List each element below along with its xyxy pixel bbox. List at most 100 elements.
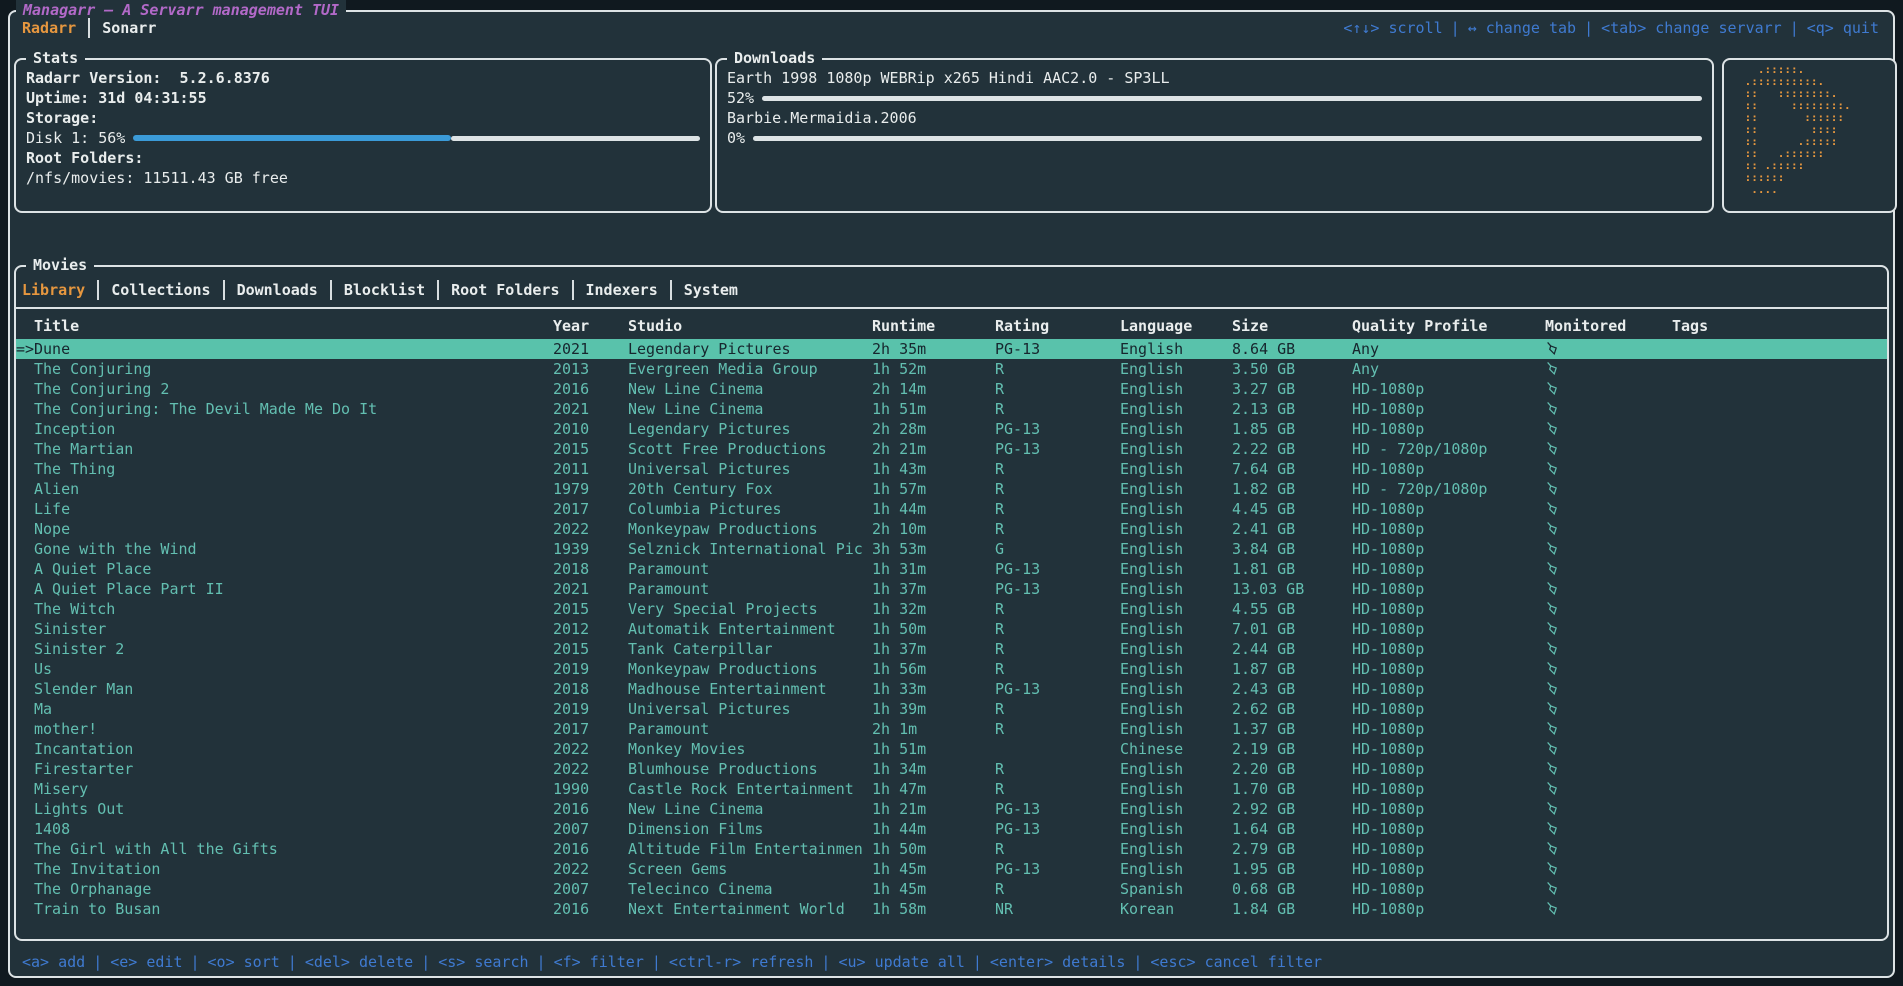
cell-title: Nope [34,519,553,539]
keybind-label: refresh [750,953,813,971]
table-row[interactable]: The Girl with All the Gifts2016Altitude … [16,839,1887,859]
cell-language: English [1120,379,1232,399]
help-separator: | [813,953,838,971]
movies-panel: Movies LibraryCollectionsDownloadsBlockl… [14,265,1889,941]
cell-studio: Legendary Pictures [628,419,872,439]
table-row[interactable]: The Orphanage2007Telecinco Cinema1h 45mR… [16,879,1887,899]
monitored-tag-icon [1545,560,1559,578]
cell-size: 1.81 GB [1232,559,1352,579]
cell-language: English [1120,639,1232,659]
cell-year: 1979 [553,479,628,499]
column-header-size: Size [1232,316,1352,336]
cell-monitored [1545,779,1672,799]
movies-tab-system[interactable]: System [684,280,738,300]
download-percent: 0% [727,128,745,148]
cell-title: A Quiet Place [34,559,553,579]
cell-runtime: 1h 50m [872,839,995,859]
table-row[interactable]: The Martian2015Scott Free Productions2h … [16,439,1887,459]
table-row[interactable]: Misery1990Castle Rock Entertainment1h 47… [16,779,1887,799]
monitored-tag-icon [1545,500,1559,518]
cell-quality: HD-1080p [1352,699,1545,719]
movies-tab-collections[interactable]: Collections [111,280,210,300]
cell-monitored [1545,679,1672,699]
cell-runtime: 1h 44m [872,819,995,839]
cell-year: 1990 [553,779,628,799]
table-row[interactable]: Gone with the Wind1939Selznick Internati… [16,539,1887,559]
cell-size: 1.70 GB [1232,779,1352,799]
servarr-tab-radarr[interactable]: Radarr [22,18,76,38]
keybind-label: change tab [1486,19,1576,37]
movies-panel-title: Movies [26,255,94,275]
movies-tab-root-folders[interactable]: Root Folders [451,280,559,300]
uptime: Uptime: 31d 04:31:55 [26,88,700,108]
cell-year: 2015 [553,639,628,659]
cell-title: The Girl with All the Gifts [34,839,553,859]
cell-title: Incantation [34,739,553,759]
cell-quality: HD-1080p [1352,839,1545,859]
cell-size: 1.95 GB [1232,859,1352,879]
table-row[interactable]: The Conjuring: The Devil Made Me Do It20… [16,399,1887,419]
table-row[interactable]: The Invitation2022Screen Gems1h 45mPG-13… [16,859,1887,879]
cell-rating: PG-13 [995,819,1120,839]
table-row[interactable]: Sinister 22015Tank Caterpillar1h 37mREng… [16,639,1887,659]
monitored-tag-icon [1545,540,1559,558]
movies-tab-indexers[interactable]: Indexers [586,280,658,300]
cell-runtime: 2h 35m [872,339,995,359]
cell-rating: PG-13 [995,419,1120,439]
cell-language: English [1120,619,1232,639]
cell-runtime: 1h 52m [872,359,995,379]
monitored-tag-icon [1545,380,1559,398]
table-row[interactable]: A Quiet Place2018Paramount1h 31mPG-13Eng… [16,559,1887,579]
cell-title: The Martian [34,439,553,459]
movies-tab-downloads[interactable]: Downloads [237,280,318,300]
cell-rating: R [995,399,1120,419]
cell-studio: Telecinco Cinema [628,879,872,899]
table-row[interactable]: The Witch2015Very Special Projects1h 32m… [16,599,1887,619]
cell-size: 1.87 GB [1232,659,1352,679]
table-row[interactable]: 14082007Dimension Films1h 44mPG-13Englis… [16,819,1887,839]
table-row[interactable]: Slender Man2018Madhouse Entertainment1h … [16,679,1887,699]
cell-year: 2018 [553,679,628,699]
cell-runtime: 2h 14m [872,379,995,399]
cell-language: English [1120,559,1232,579]
movies-tab-library[interactable]: Library [22,280,85,300]
table-row[interactable]: Sinister2012Automatik Entertainment1h 50… [16,619,1887,639]
table-row[interactable]: Incantation2022Monkey Movies1h 51mChines… [16,739,1887,759]
downloads-list: Earth 1998 1080p WEBRip x265 Hindi AAC2.… [717,60,1712,154]
monitored-tag-icon [1545,720,1559,738]
movies-tab-bar: Library Collections Downloads Blocklist Root… [16,267,1887,309]
cell-rating: R [995,699,1120,719]
managarr-app: Managarr — A Servarr management TUI Rada… [0,0,1903,986]
cell-quality: HD-1080p [1352,379,1545,399]
keybind-key: <↑↓> [1343,19,1379,37]
table-row[interactable]: Inception2010Legendary Pictures2h 28mPG-… [16,419,1887,439]
servarr-tab-sonarr[interactable]: Sonarr [102,18,156,38]
table-row[interactable]: A Quiet Place Part II2021Paramount1h 37m… [16,579,1887,599]
table-row[interactable]: Firestarter2022Blumhouse Productions1h 3… [16,759,1887,779]
table-row[interactable]: Nope2022Monkeypaw Productions2h 10mREngl… [16,519,1887,539]
tab-separator [330,280,332,300]
table-row[interactable]: The Conjuring 22016New Line Cinema2h 14m… [16,379,1887,399]
table-row[interactable]: mother!2017Paramount2h 1mREnglish1.37 GB… [16,719,1887,739]
monitored-tag-icon [1545,420,1559,438]
table-row[interactable]: The Conjuring2013Evergreen Media Group1h… [16,359,1887,379]
cell-rating: R [995,619,1120,639]
table-row[interactable]: Ma2019Universal Pictures1h 39mREnglish2.… [16,699,1887,719]
table-row[interactable]: Alien197920th Century Fox1h 57mREnglish1… [16,479,1887,499]
cell-runtime: 1h 51m [872,399,995,419]
table-row[interactable]: The Thing2011Universal Pictures1h 43mREn… [16,459,1887,479]
movies-tab-blocklist[interactable]: Blocklist [344,280,425,300]
cell-runtime: 1h 39m [872,699,995,719]
cell-title: Dune [34,339,553,359]
keybind-label: quit [1843,19,1879,37]
table-row[interactable]: =>Dune2021Legendary Pictures2h 35mPG-13E… [16,339,1887,359]
keybind-key: <enter> [990,953,1053,971]
table-row[interactable]: Train to Busan2016Next Entertainment Wor… [16,899,1887,919]
cell-title: The Invitation [34,859,553,879]
table-row[interactable]: Life2017Columbia Pictures1h 44mREnglish4… [16,499,1887,519]
table-row[interactable]: Us2019Monkeypaw Productions1h 56mREnglis… [16,659,1887,679]
table-row[interactable]: Lights Out2016New Line Cinema1h 21mPG-13… [16,799,1887,819]
cell-year: 2021 [553,339,628,359]
cell-studio: Columbia Pictures [628,499,872,519]
cell-monitored [1545,579,1672,599]
